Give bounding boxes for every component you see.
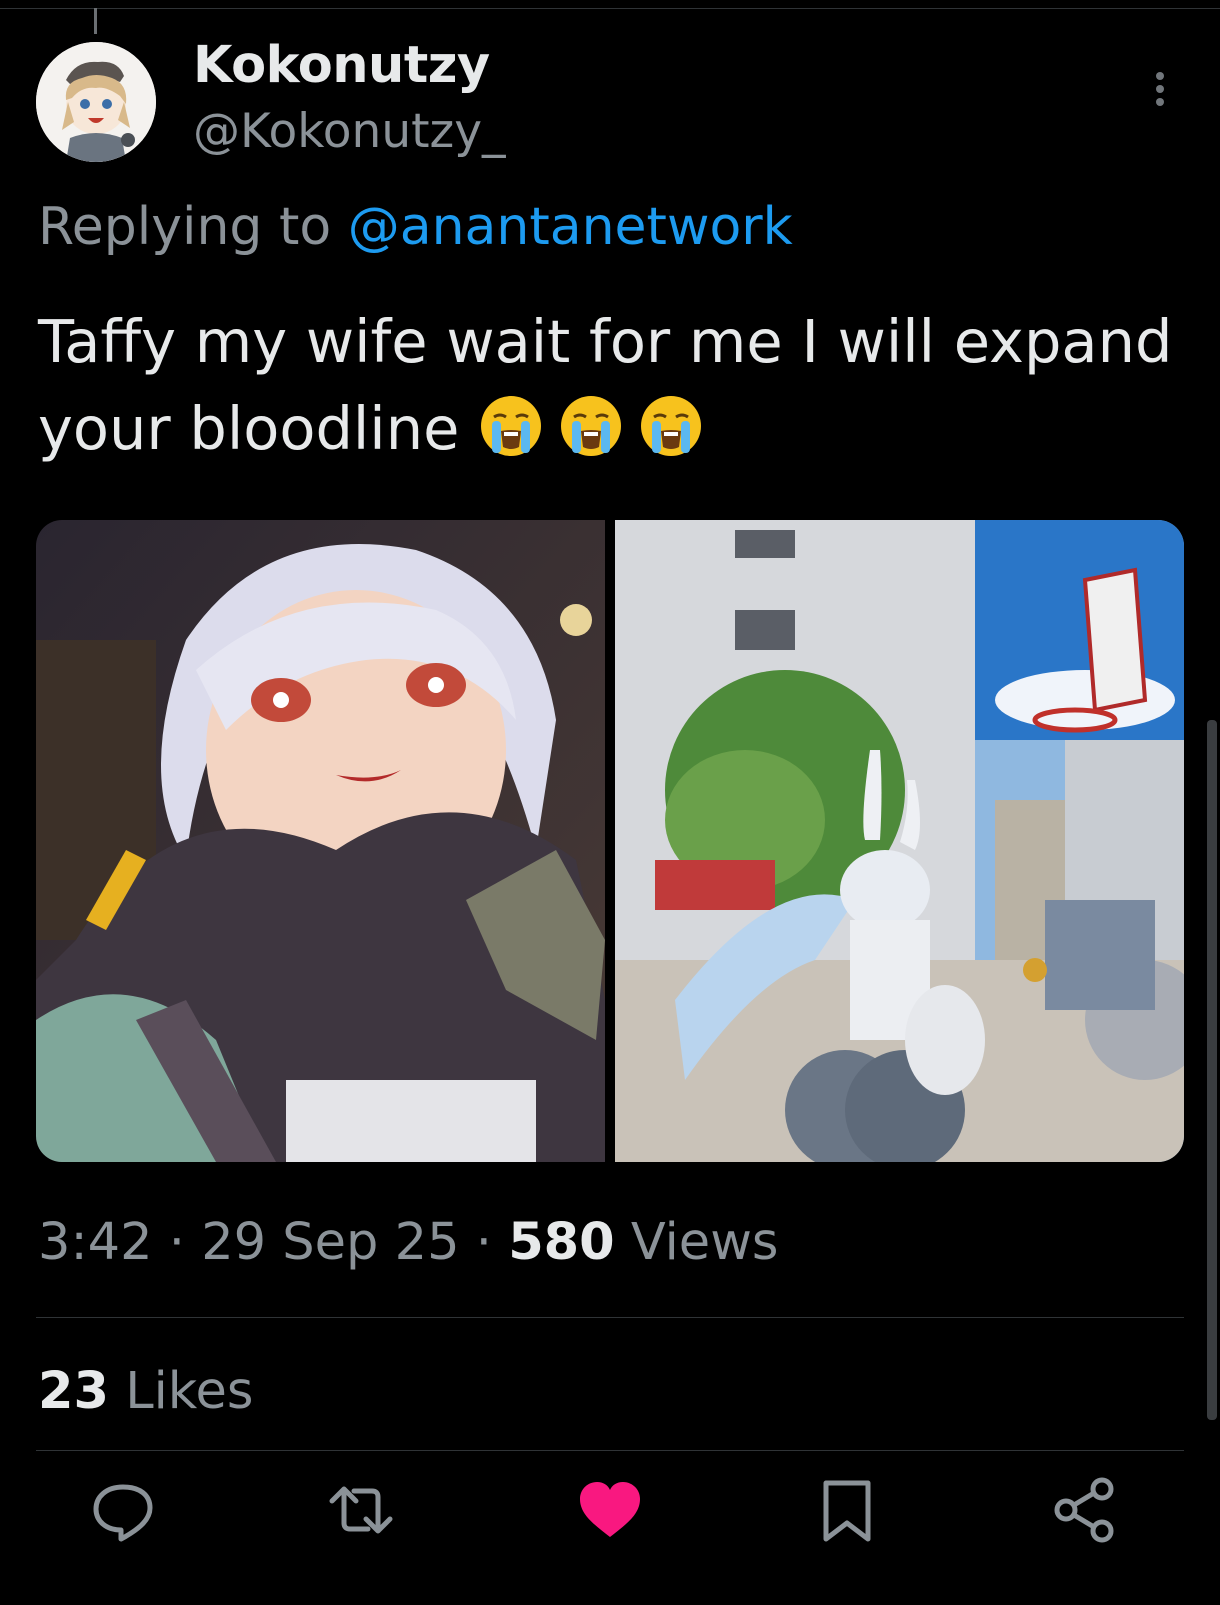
display-name[interactable]: Kokonutzy (193, 36, 490, 95)
media-image-left[interactable] (36, 520, 605, 1162)
avatar[interactable] (36, 42, 156, 162)
replying-to-label: Replying to (38, 197, 332, 257)
avatar-image (36, 42, 156, 162)
reply-button[interactable] (88, 1475, 158, 1545)
scrollbar[interactable] (1207, 720, 1217, 1420)
divider (36, 1317, 1184, 1318)
like-icon (580, 1482, 640, 1537)
replying-to-line: Replying to @anantanetwork (38, 197, 793, 257)
retweet-icon (329, 1486, 393, 1534)
user-handle[interactable]: @Kokonutzy_ (193, 104, 506, 159)
tweet-meta: 3:42 · 29 Sep 25 · 580 Views (38, 1213, 778, 1272)
views-count: 580 (508, 1213, 615, 1272)
anime-girl-closeup-image (36, 520, 605, 1162)
loudly-crying-face-emoji (638, 393, 704, 459)
likes-link[interactable]: 23 Likes (38, 1362, 253, 1421)
tweet-text: Taffy my wife wait for me I will expand … (38, 298, 1198, 472)
loudly-crying-face-emoji (478, 393, 544, 459)
retweet-button[interactable] (326, 1475, 396, 1545)
reply-to-mention-link[interactable]: @anantanetwork (348, 197, 793, 257)
media-grid (36, 520, 1184, 1162)
bookmark-icon (823, 1480, 871, 1542)
loudly-crying-face-emoji (558, 393, 624, 459)
bunny-girl-street-image (615, 520, 1184, 1162)
divider (36, 1450, 1184, 1451)
share-button[interactable] (1050, 1475, 1120, 1545)
thread-connector-line (94, 8, 97, 34)
tweet-time: 3:42 (38, 1213, 153, 1272)
media-image-right[interactable] (615, 520, 1184, 1162)
likes-label: Likes (125, 1362, 254, 1421)
action-bar (0, 1475, 1220, 1555)
reply-icon (93, 1484, 153, 1542)
tweet-date: 29 Sep 25 (201, 1213, 460, 1272)
like-button[interactable] (575, 1475, 645, 1545)
share-icon (1054, 1477, 1114, 1543)
top-divider (0, 8, 1220, 9)
views-label: Views (630, 1213, 779, 1272)
more-options-icon[interactable] (1150, 72, 1170, 112)
meta-separator: · (168, 1213, 185, 1272)
likes-count: 23 (38, 1362, 109, 1421)
meta-separator: · (475, 1213, 492, 1272)
bookmark-button[interactable] (812, 1475, 882, 1545)
